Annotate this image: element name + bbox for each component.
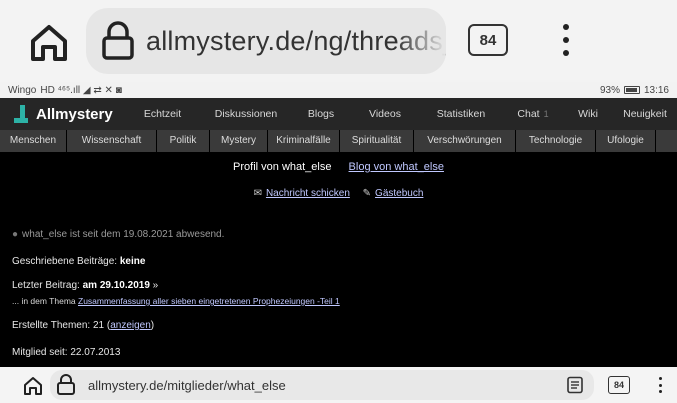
category-technologie[interactable]: Technologie bbox=[516, 130, 596, 152]
category-spiritualitaet[interactable]: Spiritualität bbox=[340, 130, 414, 152]
profile-title: Profil von what_else bbox=[233, 161, 332, 173]
overflow-menu-icon[interactable] bbox=[556, 18, 576, 62]
battery-percent: 93% bbox=[599, 84, 620, 96]
category-politik[interactable]: Politik bbox=[157, 130, 210, 152]
category-bar: Menschen Wissenschaft Politik Mystery Kr… bbox=[0, 130, 677, 152]
guestbook-link[interactable]: Gästebuch bbox=[375, 188, 423, 199]
reader-mode-icon[interactable] bbox=[566, 376, 584, 394]
site-header: Allmystery Echtzeit Diskussionen Blogs V… bbox=[0, 98, 677, 130]
nav-statistiken[interactable]: Statistiken bbox=[419, 108, 503, 120]
top-browser-toolbar: allmystery.de/ng/threads_user 84 bbox=[0, 0, 677, 82]
category-menschen[interactable]: Menschen bbox=[0, 130, 67, 152]
home-icon[interactable] bbox=[24, 18, 74, 68]
member-since: Mitglied seit: 22.07.2013 bbox=[12, 347, 121, 358]
category-mystery[interactable]: Mystery bbox=[210, 130, 268, 152]
allmystery-logo-icon bbox=[14, 105, 28, 123]
thread-link[interactable]: Zusammenfassung aller sieben eingetreten… bbox=[78, 296, 340, 306]
bottom-browser-toolbar: allmystery.de/mitglieder/what_else 84 bbox=[0, 367, 677, 403]
category-wissenschaft[interactable]: Wissenschaft bbox=[67, 130, 157, 152]
last-post-thread: ... in dem Thema Zusammenfassung aller s… bbox=[12, 296, 340, 306]
home-icon[interactable] bbox=[22, 375, 44, 397]
nav-chat[interactable]: Chat 1 bbox=[503, 108, 563, 120]
profile-actions: ✉ Nachricht schicken ✎ Gästebuch bbox=[0, 188, 677, 199]
carrier-label: Wingo bbox=[8, 84, 37, 96]
category-ufologie[interactable]: Ufologie bbox=[596, 130, 656, 152]
nav-neuigkeiten[interactable]: Neuigkeit bbox=[613, 108, 677, 120]
last-post-arrow[interactable]: » bbox=[153, 280, 159, 291]
profile-content: Profil von what_else Blog von what_else … bbox=[0, 152, 677, 367]
lock-icon bbox=[56, 374, 78, 396]
bottom-url-text: allmystery.de/mitglieder/what_else bbox=[88, 377, 286, 393]
category-kriminalfaelle[interactable]: Kriminalfälle bbox=[268, 130, 340, 152]
battery-icon bbox=[623, 86, 640, 94]
nav-blogs[interactable]: Blogs bbox=[291, 108, 351, 120]
phone-status-bar: Wingo HD ⁴⁶⁵.ıll ◢ ⇄ ✕ ◙ 93% 13:16 bbox=[0, 82, 677, 98]
lock-icon bbox=[100, 17, 136, 65]
envelope-icon: ✉ bbox=[253, 188, 262, 199]
site-logo[interactable]: Allmystery bbox=[14, 105, 124, 123]
show-threads-link[interactable]: anzeigen bbox=[110, 320, 151, 331]
created-threads: Erstellte Themen: 21 (anzeigen) bbox=[12, 320, 155, 331]
category-verschwoerungen[interactable]: Verschwörungen bbox=[414, 130, 516, 152]
profile-header: Profil von what_else Blog von what_else bbox=[0, 161, 677, 173]
tab-count-button[interactable]: 84 bbox=[608, 376, 630, 394]
nav-echtzeit[interactable]: Echtzeit bbox=[124, 108, 201, 120]
tab-count-button[interactable]: 84 bbox=[468, 24, 508, 56]
nav-wiki[interactable]: Wiki bbox=[563, 108, 613, 120]
chat-count-badge: 1 bbox=[543, 109, 549, 119]
posts-count: Geschriebene Beiträge: keine bbox=[12, 256, 146, 267]
bottom-url-bar[interactable]: allmystery.de/mitglieder/what_else bbox=[50, 370, 594, 400]
top-url-bar[interactable]: allmystery.de/ng/threads_user bbox=[86, 8, 446, 74]
nav-diskussionen[interactable]: Diskussionen bbox=[201, 108, 291, 120]
bullet-icon: ● bbox=[12, 229, 19, 240]
website-viewport: Wingo HD ⁴⁶⁵.ıll ◢ ⇄ ✕ ◙ 93% 13:16 Allmy… bbox=[0, 82, 677, 367]
overflow-menu-icon[interactable] bbox=[656, 375, 664, 395]
main-nav: Echtzeit Diskussionen Blogs Videos Stati… bbox=[124, 108, 677, 120]
browser-screenshot: allmystery.de/ng/threads_user 84 Wingo H… bbox=[0, 0, 677, 403]
clock: 13:16 bbox=[643, 84, 669, 96]
blog-link[interactable]: Blog von what_else bbox=[349, 161, 444, 173]
pencil-icon: ✎ bbox=[362, 188, 372, 199]
signal-icons: HD ⁴⁶⁵.ıll ◢ ⇄ ✕ ◙ bbox=[40, 84, 122, 96]
absence-notice: ● what_else ist seit dem 19.08.2021 abwes… bbox=[12, 229, 225, 240]
last-post: Letzter Beitrag: am 29.10.2019 » bbox=[12, 280, 159, 291]
send-message-link[interactable]: Nachricht schicken bbox=[266, 188, 350, 199]
nav-videos[interactable]: Videos bbox=[351, 108, 419, 120]
